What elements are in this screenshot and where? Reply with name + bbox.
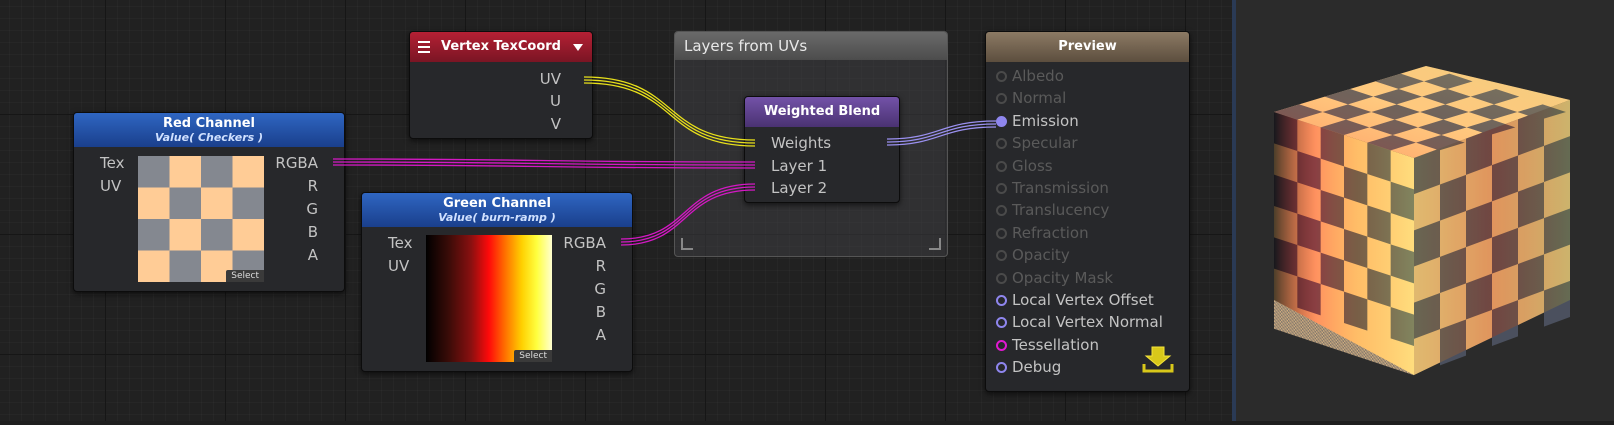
- input-label-layer-1: Layer 1: [771, 157, 828, 175]
- material-preview-panel[interactable]: [1236, 0, 1614, 421]
- node-title: Green Channel: [443, 196, 551, 211]
- output-label-g: G: [306, 200, 318, 218]
- port-tessellation-in[interactable]: [996, 339, 1007, 351]
- output-label-uv: UV: [539, 70, 561, 88]
- port-local-vertex-offset-in[interactable]: [996, 295, 1007, 306]
- red-channel-node[interactable]: Red Channel Value( Checkers ) Tex UV Sel…: [73, 112, 345, 292]
- weighted-blend-header[interactable]: Weighted Blend: [745, 97, 899, 127]
- group-corner-br[interactable]: [929, 238, 941, 250]
- port-debug-in[interactable]: [996, 362, 1007, 374]
- group-corner-bl: [681, 238, 693, 250]
- port-opacity-mask-in[interactable]: [996, 272, 1007, 284]
- output-label-u: U: [550, 92, 561, 110]
- output-label-g: G: [594, 280, 606, 298]
- download-tray-icon[interactable]: [1141, 344, 1175, 376]
- output-label-r: R: [595, 257, 606, 275]
- node-subtitle: Value( burn-ramp ): [438, 211, 556, 224]
- green-channel-node[interactable]: Green Channel Value( burn-ramp ) Tex UV …: [361, 192, 633, 372]
- checker-cube-preview[interactable]: [1236, 0, 1614, 421]
- input-label-weights: Weights: [771, 134, 832, 152]
- node-title: Preview: [1058, 39, 1117, 54]
- input-label-specular: Specular: [1012, 134, 1078, 153]
- output-label-rgba: RGBA: [275, 154, 318, 172]
- output-label-a: A: [307, 246, 318, 264]
- checker-texture-thumbnail[interactable]: Select: [138, 156, 264, 282]
- input-label-opacity-mask: Opacity Mask: [1012, 268, 1114, 287]
- node-canvas[interactable]: Layers from UVs Vertex TexCoord UV U V R…: [0, 0, 1232, 421]
- green-channel-header[interactable]: Green Channel Value( burn-ramp ): [362, 193, 632, 227]
- output-label-a: A: [595, 326, 606, 344]
- triangle-down-icon[interactable]: [573, 44, 583, 51]
- hamburger-menu-icon[interactable]: [418, 41, 430, 53]
- output-label-v: V: [550, 115, 561, 133]
- input-label-gloss: Gloss: [1012, 156, 1053, 175]
- port-albedo-in[interactable]: [996, 71, 1007, 82]
- input-label-translucency: Translucency: [1012, 201, 1110, 220]
- preview-header[interactable]: Preview: [986, 32, 1189, 62]
- select-texture-button[interactable]: Select: [514, 350, 552, 362]
- input-label-opacity: Opacity: [1012, 246, 1070, 265]
- input-label-emission: Emission: [1012, 111, 1079, 130]
- output-label-rgba: RGBA: [563, 234, 606, 252]
- vertex-texcoord-header[interactable]: Vertex TexCoord: [410, 32, 592, 62]
- burn-ramp-thumbnail[interactable]: Select: [426, 235, 552, 362]
- input-label-tex: Tex: [100, 154, 125, 172]
- input-label-local-vertex-normal: Local Vertex Normal: [1012, 313, 1163, 332]
- input-label-local-vertex-offset: Local Vertex Offset: [1012, 291, 1154, 309]
- input-label-uv: UV: [388, 257, 410, 275]
- input-label-tex: Tex: [388, 234, 413, 252]
- port-gloss-in[interactable]: [996, 160, 1007, 172]
- weighted-blend-node[interactable]: Weighted Blend Weights Layer 1 Layer 2: [744, 96, 900, 203]
- input-label-refraction: Refraction: [1012, 223, 1089, 242]
- output-label-r: R: [307, 177, 318, 195]
- input-label-normal: Normal: [1012, 89, 1067, 108]
- preview-main-node[interactable]: Preview Albedo Normal Emission Specular Glos…: [985, 31, 1190, 392]
- port-opacity-in[interactable]: [996, 250, 1007, 262]
- input-label-transmission: Transmission: [1012, 179, 1109, 197]
- group-title[interactable]: Layers from UVs: [675, 32, 947, 60]
- input-label-uv: UV: [100, 177, 122, 195]
- port-normal-in[interactable]: [996, 93, 1007, 105]
- vertex-texcoord-node[interactable]: Vertex TexCoord UV U V: [409, 31, 593, 139]
- output-label-b: B: [595, 303, 606, 321]
- port-emission-in[interactable]: [996, 115, 1007, 127]
- input-label-albedo: Albedo: [1012, 67, 1064, 85]
- port-translucency-in[interactable]: [996, 205, 1007, 217]
- node-subtitle: Value( Checkers ): [154, 131, 264, 144]
- port-refraction-in[interactable]: [996, 227, 1007, 239]
- input-label-debug: Debug: [1012, 358, 1062, 377]
- output-label-b: B: [307, 223, 318, 241]
- port-transmission-in[interactable]: [996, 183, 1007, 194]
- input-label-tessellation: Tessellation: [1012, 335, 1099, 354]
- port-local-vertex-normal-in[interactable]: [996, 317, 1007, 329]
- port-specular-in[interactable]: [996, 138, 1007, 150]
- node-title: Red Channel: [162, 116, 255, 131]
- select-texture-button[interactable]: Select: [226, 270, 264, 282]
- input-label-layer-2: Layer 2: [771, 179, 828, 197]
- node-title: Vertex TexCoord: [441, 39, 561, 54]
- red-channel-header[interactable]: Red Channel Value( Checkers ): [74, 113, 344, 147]
- node-title: Weighted Blend: [763, 104, 881, 119]
